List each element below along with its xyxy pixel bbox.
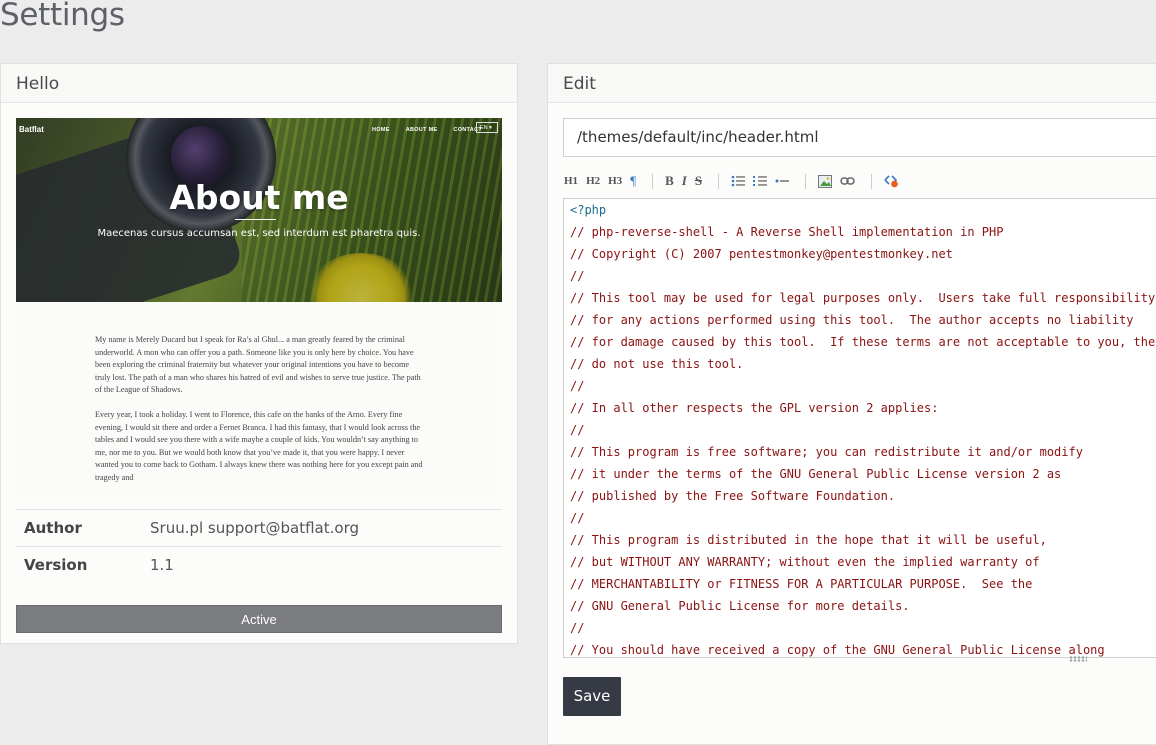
code-line: // [570, 621, 585, 635]
preview-menu: HOME ABOUT ME CONTACT [372, 127, 482, 133]
bulleted-list-button[interactable] [731, 175, 746, 187]
code-line: // [570, 269, 585, 283]
code-line: // This program is distributed in the ho… [570, 533, 1047, 547]
preview-menu-item: HOME [371, 127, 390, 133]
preview-brand: Batflat [19, 125, 44, 134]
save-button[interactable]: Save [563, 677, 621, 716]
code-line: // GNU General Public License for more d… [570, 599, 910, 613]
code-line: // do not use this tool. [570, 357, 744, 371]
bulleted-list-icon [731, 175, 746, 187]
toolbar-divider [652, 173, 654, 189]
toolbar-divider [805, 173, 807, 189]
code-line: // Copyright (C) 2007 pentestmonkey@pent… [570, 247, 953, 261]
numbered-list-button[interactable] [753, 175, 768, 187]
code-line: // published by the Free Software Founda… [570, 489, 896, 503]
preview-paragraph: Every year, I took a holiday. I went to … [95, 409, 423, 482]
link-icon [840, 177, 855, 186]
toolbar-divider [871, 173, 873, 189]
code-line: // but WITHOUT ANY WARRANTY; without eve… [570, 555, 1040, 569]
theme-preview: Batflat HOME ABOUT ME CONTACT EN ▾ About… [16, 118, 502, 498]
code-view-icon [884, 175, 898, 188]
h1-button[interactable]: H1 [564, 175, 578, 187]
page-title: Settings [0, 0, 125, 33]
code-line: // it under the terms of the GNU General… [570, 467, 1062, 481]
h3-button[interactable]: H3 [608, 175, 622, 187]
paragraph-button[interactable]: ¶ [630, 173, 636, 189]
preview-tagline: Maecenas cursus accumsan est, sed interd… [97, 228, 421, 239]
italic-button[interactable]: I [682, 173, 687, 189]
image-icon [818, 174, 833, 188]
insert-link-button[interactable] [840, 175, 855, 187]
preview-lang-select: EN ▾ [476, 122, 498, 133]
code-line: // [570, 511, 585, 525]
theme-info-panel: Hello Batflat HOME ABOUT ME CONTACT EN ▾… [0, 63, 518, 644]
info-key-version: Version [24, 556, 88, 575]
info-value-version: 1.1 [150, 556, 174, 575]
code-line: <?php [570, 203, 607, 217]
code-line: // You should have received a copy of th… [570, 643, 1105, 657]
preview-hero-image: Batflat HOME ABOUT ME CONTACT EN ▾ About… [16, 118, 502, 302]
table-row: Version 1.1 [16, 546, 502, 584]
panel-heading-edit: Edit [548, 64, 1156, 103]
numbered-list-icon [753, 176, 768, 187]
strikethrough-button[interactable]: S [695, 173, 702, 189]
resize-handle[interactable] [1069, 656, 1087, 662]
info-key-author: Author [24, 519, 82, 537]
code-line: // In all other respects the GPL version… [570, 401, 939, 415]
preview-headline: About me [169, 178, 349, 217]
bold-button[interactable]: B [665, 173, 674, 189]
code-line: // This program is free software; you ca… [570, 445, 1083, 459]
insert-image-button[interactable] [818, 174, 833, 188]
panel-heading-hello: Hello [1, 64, 517, 103]
code-line: // php-reverse-shell - A Reverse Shell i… [570, 225, 1004, 239]
editor-toolbar: H1 H2 H3 ¶ B I S [564, 171, 907, 191]
horizontal-rule-button[interactable] [775, 175, 790, 187]
preview-divider [235, 219, 276, 220]
preview-menu-item: ABOUT ME [405, 127, 438, 133]
code-line: // [570, 423, 585, 437]
code-line: // MERCHANTABILITY or FITNESS FOR A PART… [570, 577, 1033, 591]
code-view-button[interactable] [884, 174, 899, 188]
code-line: // for damage caused by this tool. If th… [570, 335, 1156, 349]
info-value-author: Sruu.pl support@batflat.org [150, 519, 360, 537]
code-editor[interactable]: <?php // php-reverse-shell - A Reverse Sh… [563, 198, 1156, 658]
file-path-input[interactable]: /themes/default/inc/header.html [563, 118, 1156, 157]
active-status-button[interactable]: Active [16, 605, 502, 633]
code-line: // This tool may be used for legal purpo… [570, 291, 1156, 305]
code-line: // [570, 379, 585, 393]
preview-body-text: My name is Merely Ducard but I speak for… [95, 334, 425, 497]
toolbar-divider [718, 173, 720, 189]
edit-panel: Edit /themes/default/inc/header.html H1 … [547, 63, 1156, 745]
horizontal-rule-icon [775, 179, 790, 183]
table-row: Author Sruu.pl support@batflat.org [16, 509, 502, 547]
h2-button[interactable]: H2 [586, 175, 600, 187]
preview-paragraph: My name is Merely Ducard but I speak for… [95, 335, 421, 395]
theme-info-table: Author Sruu.pl support@batflat.org Versi… [16, 509, 502, 584]
code-line: // for any actions performed using this … [570, 313, 1134, 327]
